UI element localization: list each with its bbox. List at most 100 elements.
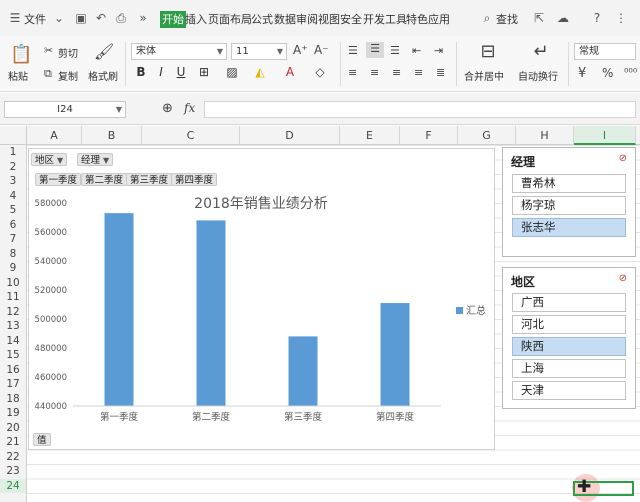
column-header-i[interactable]: I [574, 126, 636, 145]
row-header[interactable]: 10 [0, 276, 26, 291]
row-header[interactable]: 19 [0, 406, 26, 421]
clear-filter-icon[interactable]: ⊘ [619, 273, 627, 284]
row-header[interactable]: 11 [0, 290, 26, 305]
wrap-text-button[interactable]: 自动换行 [518, 68, 558, 83]
font-color-icon[interactable]: A [282, 64, 298, 80]
more-icon[interactable]: ⋮ [614, 11, 628, 25]
slicer-item[interactable]: 上海 [512, 359, 626, 378]
tab-data[interactable]: 数据 [274, 11, 296, 28]
format-painter-icon[interactable]: 🖌 [94, 42, 114, 61]
column-header-f[interactable]: F [400, 126, 458, 145]
fill-pattern-icon[interactable]: ▨ [224, 64, 240, 80]
column-header-a[interactable]: A [27, 126, 82, 145]
slicer-item-selected[interactable]: 张志华 [512, 218, 626, 237]
row-header[interactable]: 20 [0, 421, 26, 436]
bar[interactable] [196, 220, 226, 406]
tab-review[interactable]: 审阅 [296, 11, 318, 28]
paste-icon[interactable]: 📋 [10, 44, 32, 65]
slicer-item[interactable]: 天津 [512, 381, 626, 400]
row-header[interactable]: 1 [0, 145, 26, 160]
bar[interactable] [288, 336, 318, 406]
print-icon[interactable]: ⎙ [114, 11, 128, 25]
row-header[interactable]: 8 [0, 247, 26, 262]
search-icon[interactable]: ⌕ [480, 11, 494, 25]
column-header-c[interactable]: C [142, 126, 240, 145]
tab-special-apps[interactable]: 特色应用 [406, 11, 450, 28]
row-header[interactable]: 7 [0, 232, 26, 247]
align-left-icon[interactable]: ≡ [348, 66, 357, 79]
indent-decrease-icon[interactable]: ⇤ [412, 44, 421, 57]
comma-style-icon[interactable]: ⁰⁰⁰ [624, 66, 637, 79]
share-icon[interactable]: ⇱ [532, 11, 546, 25]
select-all-corner[interactable] [0, 126, 27, 145]
slicer-item[interactable]: 杨字琼 [512, 196, 626, 215]
column-header-d[interactable]: D [240, 126, 340, 145]
scissors-icon[interactable]: ✂ [44, 44, 53, 57]
save-icon[interactable]: ▣ [74, 11, 88, 25]
column-header-h[interactable]: H [516, 126, 574, 145]
row-header[interactable]: 9 [0, 261, 26, 276]
cloud-icon[interactable]: ☁ [556, 11, 570, 25]
bar[interactable] [104, 213, 134, 406]
slicer-region[interactable]: 地区 ⊘ 广西 河北 陕西 上海 天津 [502, 267, 636, 409]
zoom-icon[interactable]: ⊕ [162, 101, 173, 116]
row-header[interactable]: 23 [0, 464, 26, 479]
slicer-item-selected[interactable]: 陕西 [512, 337, 626, 356]
decrease-font-icon[interactable]: A⁻ [314, 43, 329, 57]
copy-button[interactable]: 复制 [58, 68, 78, 83]
column-header-g[interactable]: G [458, 126, 516, 145]
tab-insert[interactable]: 插入 [185, 11, 207, 28]
distributed-icon[interactable]: ≣ [436, 66, 445, 79]
clear-format-icon[interactable]: ◇ [312, 64, 328, 80]
help-icon[interactable]: ? [590, 11, 604, 25]
file-menu[interactable]: 文件 [24, 11, 46, 28]
name-box[interactable]: I24 ▼ [4, 101, 126, 118]
hamburger-menu-icon[interactable]: ☰ [8, 11, 22, 25]
row-header[interactable]: 4 [0, 189, 26, 204]
underline-icon[interactable]: U [173, 64, 189, 80]
border-icon[interactable]: ⊞ [196, 64, 212, 80]
align-center-icon[interactable]: ≡ [370, 66, 379, 79]
justify-icon[interactable]: ≡ [414, 66, 423, 79]
copy-icon[interactable]: ⧉ [44, 67, 52, 81]
font-name-select[interactable]: 宋体 ▼ [131, 43, 227, 60]
tab-security[interactable]: 安全 [340, 11, 362, 28]
row-header[interactable]: 18 [0, 392, 26, 407]
format-painter-button[interactable]: 格式刷 [88, 68, 118, 83]
align-top-icon[interactable]: ☰ [348, 44, 358, 57]
tab-developer[interactable]: 开发工具 [363, 11, 407, 28]
row-header-selected[interactable]: 24 [0, 478, 26, 493]
row-header[interactable]: 3 [0, 174, 26, 189]
wrap-text-icon[interactable]: ↵ [530, 41, 552, 62]
column-header-e[interactable]: E [340, 126, 400, 145]
row-header[interactable]: 2 [0, 160, 26, 175]
pivot-chart[interactable]: 地区 ▼ 经理 ▼ 第一季度 第二季度 第三季度 第四季度 值 2018年销售业绩分… [28, 148, 495, 450]
tab-home[interactable]: 开始 [160, 11, 186, 28]
row-header[interactable]: 5 [0, 203, 26, 218]
slicer-item[interactable]: 河北 [512, 315, 626, 334]
font-size-select[interactable]: 11 ▼ [231, 43, 287, 60]
row-header[interactable]: 16 [0, 363, 26, 378]
row-header[interactable]: 12 [0, 305, 26, 320]
tab-view[interactable]: 视图 [318, 11, 340, 28]
row-header[interactable]: 13 [0, 319, 26, 334]
bold-icon[interactable]: B [133, 64, 149, 80]
italic-icon[interactable]: I [153, 64, 169, 80]
undo-icon[interactable]: ↶ [94, 11, 108, 25]
slicer-item[interactable]: 广西 [512, 293, 626, 312]
align-middle-icon[interactable]: ☰ [366, 42, 384, 58]
tab-formulas[interactable]: 公式 [251, 11, 273, 28]
row-header[interactable]: 21 [0, 435, 26, 450]
indent-increase-icon[interactable]: ⇥ [434, 44, 443, 57]
bar[interactable] [380, 303, 410, 406]
fx-icon[interactable]: fx [184, 101, 195, 115]
clear-filter-icon[interactable]: ⊘ [619, 153, 627, 164]
number-format-select[interactable]: 常规 [574, 43, 636, 60]
row-header[interactable]: 14 [0, 334, 26, 349]
row-header[interactable]: 17 [0, 377, 26, 392]
formula-input[interactable] [204, 101, 636, 118]
slicer-item[interactable]: 曹希林 [512, 174, 626, 193]
paste-button[interactable]: 粘贴 [8, 68, 28, 83]
column-header-b[interactable]: B [82, 126, 142, 145]
row-header[interactable]: 6 [0, 218, 26, 233]
